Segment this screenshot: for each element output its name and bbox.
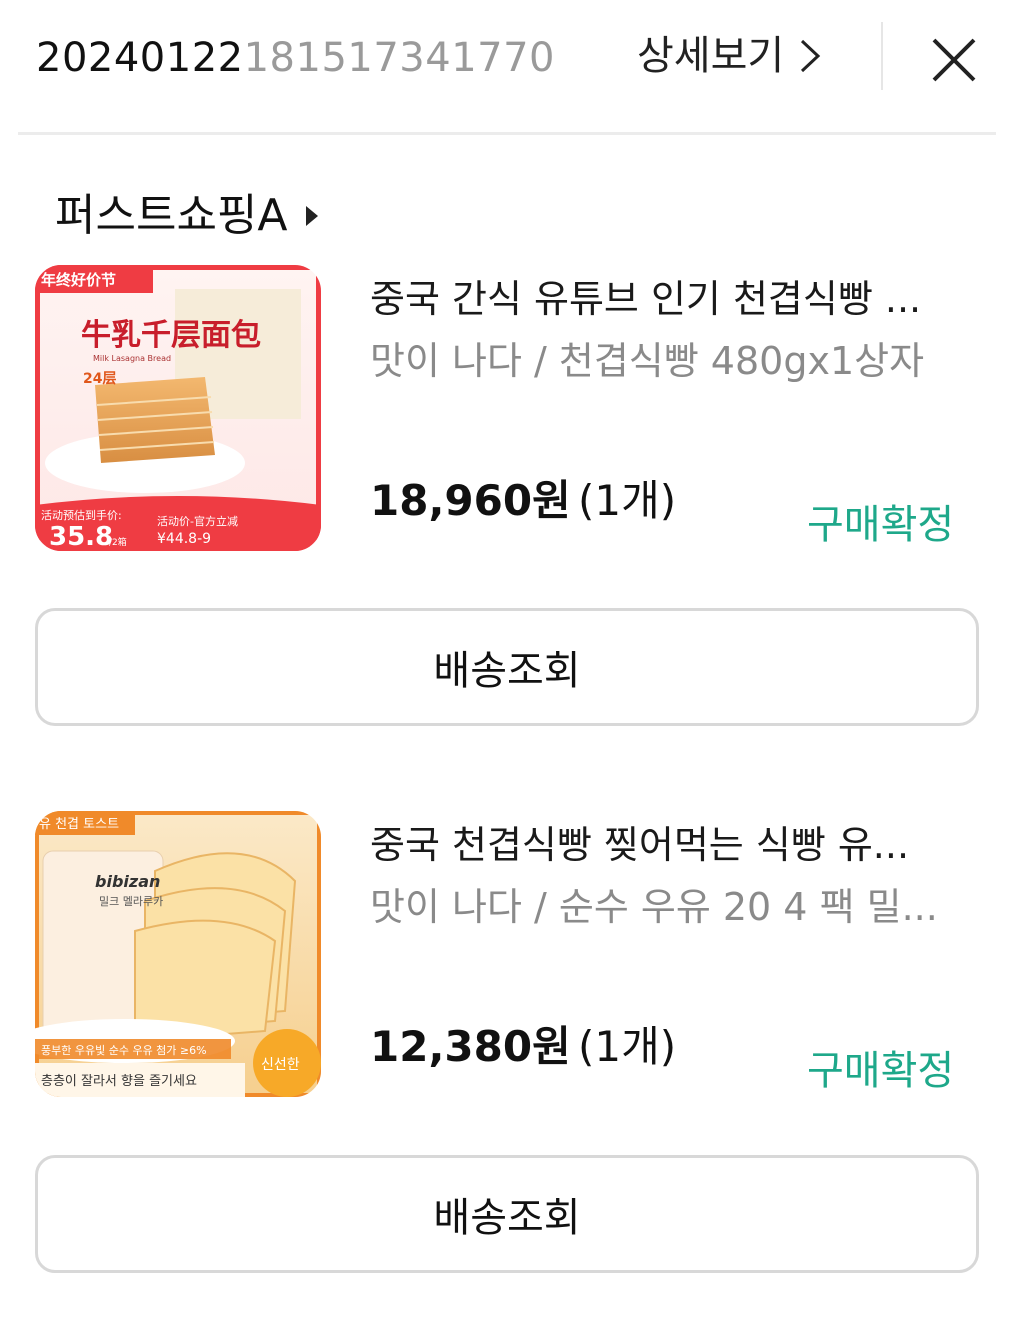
product-thumbnail[interactable]: 年终好价节 牛乳千层面包 Milk Lasagna Bread 24层 活动预估…	[35, 265, 321, 551]
track-delivery-button[interactable]: 배송조회	[35, 1155, 979, 1273]
svg-text:牛乳千层面包: 牛乳千层面包	[81, 318, 261, 353]
svg-text:活动价-官方立减: 活动价-官方立减	[157, 514, 238, 528]
svg-text:年终好价节: 年终好价节	[41, 271, 116, 289]
svg-text:活动预估到手价:: 活动预估到手价:	[41, 508, 122, 522]
product-quantity: (1개)	[578, 476, 677, 525]
product-option: 맛이 나다 / 천겹식빵 480gx1상자	[370, 339, 925, 383]
svg-text:¥44.8-9: ¥44.8-9	[157, 531, 211, 547]
track-delivery-button[interactable]: 배송조회	[35, 608, 979, 726]
product-thumbnail[interactable]: 유 천겹 토스트 bibizan 밀크 멜라루카 풍부한 우유빛 순수 우유 첨…	[35, 811, 321, 1097]
order-status: 구매확정	[807, 502, 955, 548]
caret-right-icon	[305, 206, 318, 226]
product-option: 맛이 나다 / 순수 우유 20 4 팩 밀...	[370, 885, 938, 929]
svg-text:35.8: 35.8	[49, 522, 113, 551]
order-status: 구매확정	[807, 1048, 955, 1094]
svg-text:/2箱: /2箱	[109, 536, 127, 548]
seller-link[interactable]: 퍼스트쇼핑A	[55, 186, 320, 246]
seller-name: 퍼스트쇼핑A	[55, 190, 288, 241]
detail-view-label: 상세보기	[637, 33, 785, 79]
svg-text:풍부한 우유빛 순수 우유 첨가 ≥6%: 풍부한 우유빛 순수 우유 첨가 ≥6%	[41, 1044, 207, 1057]
detail-view-link[interactable]: 상세보기	[637, 30, 822, 82]
order-number: 20240122181517341770	[36, 34, 555, 82]
product-title[interactable]: 중국 천겹식빵 찢어먹는 식빵 유...	[370, 819, 970, 871]
svg-text:층층이 잘라서 향을 즐기세요: 층층이 잘라서 향을 즐기세요	[41, 1074, 197, 1089]
header-separator	[881, 22, 883, 90]
product-title[interactable]: 중국 간식 유튜브 인기 천겹식빵 ...	[370, 273, 970, 325]
order-item[interactable]: 年终好价节 牛乳千层面包 Milk Lasagna Bread 24层 活动预估…	[0, 265, 1010, 565]
order-number-prefix: 20240122	[36, 35, 244, 81]
chevron-right-icon	[801, 39, 821, 73]
order-number-suffix: 181517341770	[243, 35, 555, 81]
svg-text:유 천겹 토스트: 유 천겹 토스트	[39, 817, 119, 832]
svg-text:Milk Lasagna Bread: Milk Lasagna Bread	[93, 354, 171, 363]
order-item[interactable]: 유 천겹 토스트 bibizan 밀크 멜라루카 풍부한 우유빛 순수 우유 첨…	[0, 811, 1010, 1111]
svg-text:밀크 멜라루카: 밀크 멜라루카	[99, 895, 163, 908]
product-quantity: (1개)	[578, 1022, 677, 1071]
close-icon[interactable]	[924, 30, 984, 90]
svg-text:bibizan: bibizan	[95, 872, 160, 891]
product-price: 18,960원	[370, 476, 571, 525]
product-price: 12,380원	[370, 1022, 571, 1071]
header-divider	[18, 132, 996, 135]
svg-text:24层: 24层	[83, 371, 116, 387]
order-header: 20240122181517341770 상세보기	[0, 0, 1010, 118]
product-image-milk-toast: 유 천겹 토스트 bibizan 밀크 멜라루카 풍부한 우유빛 순수 우유 첨…	[35, 811, 321, 1097]
product-image-milk-lasagna-bread: 年终好价节 牛乳千层面包 Milk Lasagna Bread 24层 活动预估…	[35, 265, 321, 551]
svg-text:신선한: 신선한	[261, 1057, 300, 1073]
